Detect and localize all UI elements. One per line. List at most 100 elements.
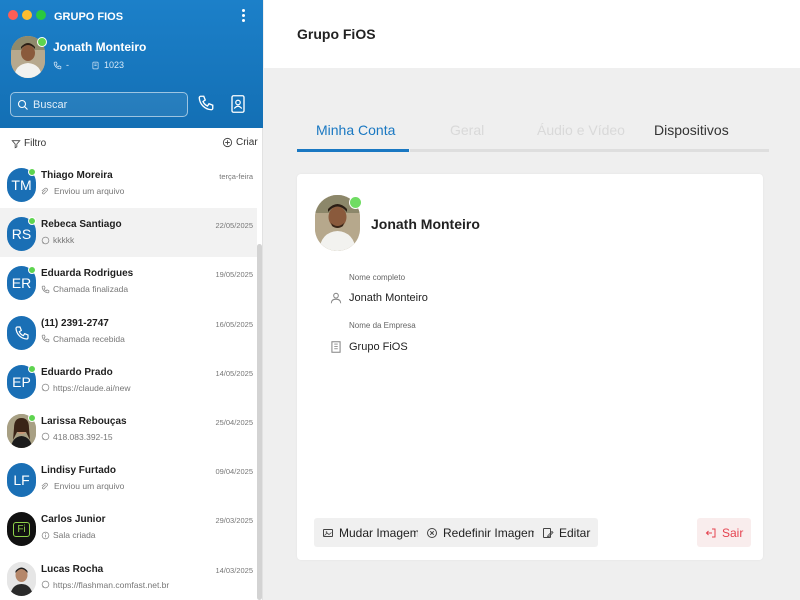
create-button[interactable]: Criar xyxy=(222,137,258,148)
chat-item-lucas-rocha[interactable]: Lucas Rocha 14/03/2025 https://flashman.… xyxy=(0,553,257,600)
chat-date: 22/05/2025 xyxy=(215,221,253,231)
profile-online-indicator xyxy=(349,196,362,209)
chat-last-message: Enviou um arquivo xyxy=(41,186,124,196)
chat-list: TM Thiago Moreira terça-feira Enviou um … xyxy=(0,159,257,600)
chat-date: 09/04/2025 xyxy=(215,467,253,477)
tab-dispositivos[interactable]: Dispositivos xyxy=(654,122,729,138)
create-label: Criar xyxy=(236,137,258,148)
chat-date: 14/05/2025 xyxy=(215,368,253,378)
chat-last-message: 418.083.392-15 xyxy=(41,432,113,442)
chat-last-message: https://flashman.comfast.net.br xyxy=(41,580,169,590)
chat-bubble-icon xyxy=(41,384,50,392)
chat-item-eduardo-prado[interactable]: EP Eduardo Prado 14/05/2025 https://clau… xyxy=(0,356,257,405)
page-title: Grupo FiOS xyxy=(297,26,376,42)
avatar: LF xyxy=(7,463,36,498)
chat-date: terça-feira xyxy=(219,172,253,181)
contacts-button[interactable] xyxy=(229,94,249,114)
change-image-label: Mudar Imagem xyxy=(339,525,420,540)
chat-last-text: Enviou um arquivo xyxy=(54,481,125,492)
more-options-icon[interactable] xyxy=(238,8,248,28)
search-box[interactable] xyxy=(10,92,188,117)
online-indicator xyxy=(28,364,36,373)
full-name-value: Jonath Monteiro xyxy=(349,292,428,304)
user-extension: 1023 xyxy=(104,60,125,70)
online-indicator xyxy=(28,413,36,422)
chat-item-phone-number[interactable]: (11) 2391-2747 16/05/2025 Chamada recebi… xyxy=(0,307,257,356)
file-icon xyxy=(41,187,48,195)
online-indicator xyxy=(28,217,36,226)
image-icon xyxy=(323,528,333,537)
sidebar-header: GRUPO FIOS Jonath Monteiro - 1023 xyxy=(0,0,263,128)
chat-date: 19/05/2025 xyxy=(215,270,253,280)
call-button[interactable] xyxy=(197,94,217,114)
chat-last-text: Chamada finalizada xyxy=(53,284,129,295)
photo-avatar xyxy=(7,561,36,596)
tab-divider xyxy=(410,149,769,152)
filter-button[interactable]: Filtro xyxy=(11,138,46,149)
sidebar: GRUPO FIOS Jonath Monteiro - 1023 Buscar… xyxy=(0,0,263,600)
phone-incoming-icon xyxy=(41,334,50,343)
chat-last-text: https://flashman.comfast.net.br xyxy=(53,579,170,590)
chat-name: Lucas Rocha xyxy=(41,563,104,575)
chat-last-text: kkkkk xyxy=(53,235,75,246)
chat-name: Lindisy Furtado xyxy=(41,465,116,477)
account-card: Jonath Monteiro Nome completo Jonath Mon… xyxy=(297,174,763,560)
chat-list-scrollbar[interactable] xyxy=(257,244,262,600)
chat-last-message: Chamada finalizada xyxy=(41,284,128,294)
tab-geral[interactable]: Geral xyxy=(450,122,484,138)
chat-name: Rebeca Santiago xyxy=(41,219,122,231)
file-icon xyxy=(41,482,48,490)
chat-name: Eduardo Prado xyxy=(41,366,113,378)
chat-last-message: kkkkk xyxy=(41,235,74,245)
extension-icon xyxy=(92,61,99,69)
tab-minha-conta[interactable]: Minha Conta xyxy=(316,122,395,138)
user-phone: - xyxy=(66,60,69,70)
app-title: GRUPO FIOS xyxy=(54,11,124,23)
user-name: Jonath Monteiro xyxy=(53,40,147,54)
chat-item-lindisy-furtado[interactable]: LF Lindisy Furtado 09/04/2025 Enviou um … xyxy=(0,454,257,503)
phone-icon xyxy=(53,61,62,69)
contacts-icon xyxy=(231,95,245,113)
profile-name: Jonath Monteiro xyxy=(371,216,480,232)
minimize-window-button[interactable] xyxy=(22,10,32,20)
chat-date: 29/03/2025 xyxy=(215,516,253,526)
chat-item-eduarda-rodrigues[interactable]: ER Eduarda Rodrigues 19/05/2025 Chamada … xyxy=(0,257,257,306)
logout-icon xyxy=(705,528,716,537)
edit-button[interactable]: Editar xyxy=(534,518,599,547)
tab-audio-video[interactable]: Áudio e Vídeo xyxy=(537,122,625,138)
avatar: Fi xyxy=(7,512,36,547)
online-indicator xyxy=(28,168,36,176)
close-window-button[interactable] xyxy=(8,10,18,20)
active-tab-indicator xyxy=(297,149,409,152)
reset-image-label: Redefinir Imagem xyxy=(443,525,538,540)
search-input[interactable] xyxy=(33,98,173,111)
chat-name: Eduarda Rodrigues xyxy=(41,268,134,280)
avatar-logo: Fi xyxy=(13,521,30,537)
company-label: Nome da Empresa xyxy=(349,321,416,330)
chat-last-text: Sala criada xyxy=(53,530,96,541)
chat-bubble-icon xyxy=(41,580,50,589)
logout-button[interactable]: Sair xyxy=(697,518,752,547)
edit-icon xyxy=(543,527,554,538)
filter-label: Filtro xyxy=(24,138,47,149)
user-icon xyxy=(330,292,342,304)
search-icon xyxy=(17,99,28,110)
chat-last-message: Sala criada xyxy=(41,530,96,540)
maximize-window-button[interactable] xyxy=(36,10,46,20)
settings-tabs: Minha Conta Geral Áudio e Vídeo Disposit… xyxy=(297,118,769,152)
chat-item-larissa-reboucas[interactable]: Larissa Rebouças 25/04/2025 418.083.392-… xyxy=(0,405,257,454)
chat-item-carlos-junior[interactable]: Fi Carlos Junior 29/03/2025 Sala criada xyxy=(0,503,257,552)
chat-name: Larissa Rebouças xyxy=(41,415,127,427)
chat-item-thiago-moreira[interactable]: TM Thiago Moreira terça-feira Enviou um … xyxy=(0,159,257,208)
chat-name: (11) 2391-2747 xyxy=(41,317,109,329)
chat-last-text: https://claude.ai/new xyxy=(53,382,131,393)
filter-icon xyxy=(11,139,21,148)
chat-last-message: Enviou um arquivo xyxy=(41,481,124,491)
chat-item-rebeca-santiago[interactable]: RS Rebeca Santiago 22/05/2025 kkkkk xyxy=(0,208,257,258)
reset-image-button[interactable]: Redefinir Imagem xyxy=(418,518,546,547)
company-value: Grupo FiOS xyxy=(349,341,408,353)
chat-last-text: Enviou um arquivo xyxy=(54,186,125,196)
phone-icon xyxy=(14,325,29,340)
change-image-button[interactable]: Mudar Imagem xyxy=(314,518,428,547)
edit-label: Editar xyxy=(559,525,591,540)
